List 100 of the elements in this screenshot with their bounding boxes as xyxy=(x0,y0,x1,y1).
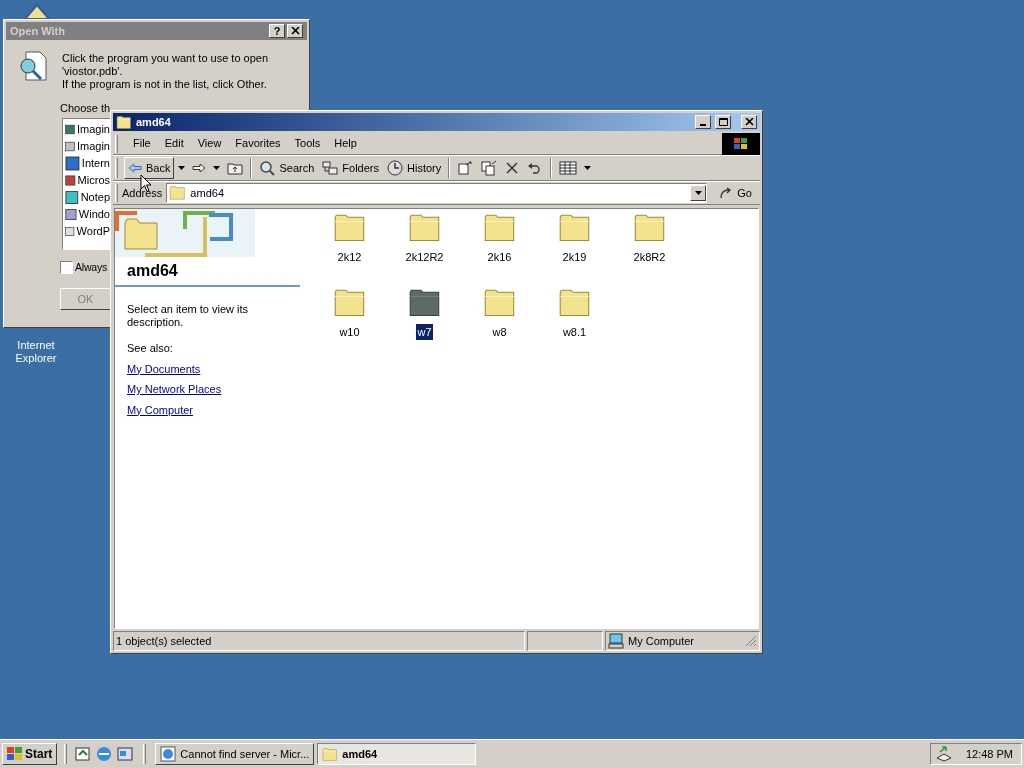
program-icon xyxy=(65,224,75,239)
status-text: 1 object(s) selected xyxy=(116,633,212,649)
program-name[interactable]: Intern xyxy=(81,155,110,172)
program-name[interactable]: Windo xyxy=(78,206,110,223)
forward-arrow-icon xyxy=(192,163,207,173)
menu-item[interactable]: Edit xyxy=(157,135,191,152)
folder-name[interactable]: 2k12 xyxy=(336,248,363,266)
list-label: Choose th xyxy=(60,102,111,115)
program-icon xyxy=(65,122,75,137)
program-icon xyxy=(65,173,76,188)
folder-icon xyxy=(322,746,339,762)
clock-icon xyxy=(387,160,403,176)
folders-button[interactable]: Folders xyxy=(319,157,382,179)
menu-item[interactable]: View xyxy=(190,135,229,152)
windows-flag-icon xyxy=(7,747,23,761)
address-dropdown-button[interactable] xyxy=(690,185,707,201)
program-name[interactable]: Imagin xyxy=(76,138,110,155)
desktop-icon[interactable] xyxy=(74,745,93,763)
taskbar-task[interactable]: Cannot find server - Micr... xyxy=(155,743,315,765)
title-folder-icon xyxy=(116,114,132,130)
program-name[interactable]: Imagin xyxy=(76,121,110,138)
channels-icon[interactable] xyxy=(116,745,135,763)
back-arrow-icon xyxy=(128,163,142,173)
close-button[interactable] xyxy=(741,115,757,129)
desktop-icon-label[interactable]: Internet Explorer xyxy=(10,339,62,365)
folder-name[interactable]: w8 xyxy=(491,323,508,341)
checkbox-label: Always xyxy=(75,260,108,275)
browser-icon xyxy=(160,746,177,762)
folder-icon xyxy=(332,212,367,243)
dropdown-caret-icon xyxy=(213,166,221,170)
taskbar-task[interactable]: amd64 xyxy=(317,743,477,765)
program-icon xyxy=(65,207,77,222)
maximize-icon xyxy=(718,118,728,126)
program-name[interactable]: WordP xyxy=(76,223,110,240)
views-grid-icon xyxy=(559,161,578,175)
dialog-message: Click the program you want to use to open xyxy=(62,52,269,65)
folder-name[interactable]: 2k16 xyxy=(486,248,513,266)
program-icon xyxy=(65,190,79,205)
address-field[interactable]: amd64 xyxy=(166,183,708,203)
network-icon[interactable] xyxy=(935,746,953,762)
maximize-button[interactable] xyxy=(715,115,731,129)
search-icon xyxy=(259,160,276,176)
close-button[interactable] xyxy=(287,24,303,38)
dropdown-caret-icon xyxy=(178,166,186,170)
resize-grip-icon[interactable] xyxy=(745,635,757,647)
folder-name[interactable]: w10 xyxy=(338,323,361,341)
see-also-link[interactable]: My Network Places xyxy=(127,381,222,398)
computer-icon xyxy=(608,633,624,649)
close-icon xyxy=(744,118,754,126)
move-to-icon xyxy=(457,160,474,176)
always-checkbox[interactable] xyxy=(60,261,73,275)
menu-item[interactable]: File xyxy=(126,135,158,152)
back-button[interactable]: Back xyxy=(124,157,175,179)
up-folder-icon xyxy=(227,161,244,175)
folder-icon xyxy=(407,212,442,243)
dialog-title: Open With xyxy=(10,23,66,39)
throbber-logo xyxy=(722,132,760,155)
address-label: Address xyxy=(122,185,163,201)
see-also-link[interactable]: My Documents xyxy=(127,360,201,377)
go-button[interactable]: Go xyxy=(711,184,760,202)
menu-item[interactable]: Favorites xyxy=(228,135,288,152)
zone-text: My Computer xyxy=(628,633,696,649)
help-button[interactable]: ? xyxy=(269,24,285,38)
program-name[interactable]: Micros xyxy=(77,172,110,189)
dropdown-caret-icon xyxy=(584,166,592,170)
dialog-message: 'viostor.pdb'. xyxy=(62,65,124,78)
folder-icon xyxy=(332,287,367,318)
menu-item[interactable]: Help xyxy=(327,135,364,152)
folder-icon xyxy=(632,212,667,243)
copy-to-icon xyxy=(481,160,498,176)
program-icon xyxy=(65,156,80,171)
dialog-message: If the program is not in the list, click Other. xyxy=(62,78,268,91)
folder-icon xyxy=(169,185,187,201)
program-name[interactable]: Notep xyxy=(80,189,110,206)
folder-name[interactable]: 2k12R2 xyxy=(404,248,445,266)
clock: 12:48 PM xyxy=(965,746,1013,762)
close-icon xyxy=(290,27,300,35)
menu-item[interactable]: Tools xyxy=(287,135,328,152)
window-title: amd64 xyxy=(136,114,172,130)
folder-name[interactable]: 2k8R2 xyxy=(632,248,667,266)
history-button[interactable]: History xyxy=(384,157,445,179)
folder-icon xyxy=(482,212,517,243)
description-text: Select an item to view its description. xyxy=(127,303,250,329)
folder-icon xyxy=(407,287,442,318)
folder-tree-icon xyxy=(322,161,339,175)
delete-icon xyxy=(505,161,520,175)
folder-icon xyxy=(482,287,517,318)
folder-icon xyxy=(557,212,592,243)
folder-name[interactable]: w8.1 xyxy=(561,323,588,341)
browser-icon[interactable] xyxy=(95,745,114,763)
folder-title: amd64 xyxy=(127,261,179,281)
start-button[interactable]: Start xyxy=(2,743,58,765)
folder-name[interactable]: w7 xyxy=(416,323,433,341)
see-also-link[interactable]: My Computer xyxy=(127,401,194,418)
folder-icon xyxy=(557,287,592,318)
folder-name[interactable]: 2k19 xyxy=(561,248,588,266)
minimize-button[interactable] xyxy=(695,115,711,129)
program-icon xyxy=(65,139,75,154)
search-button[interactable]: Search xyxy=(256,157,318,179)
see-also-label: See also: xyxy=(127,341,174,356)
